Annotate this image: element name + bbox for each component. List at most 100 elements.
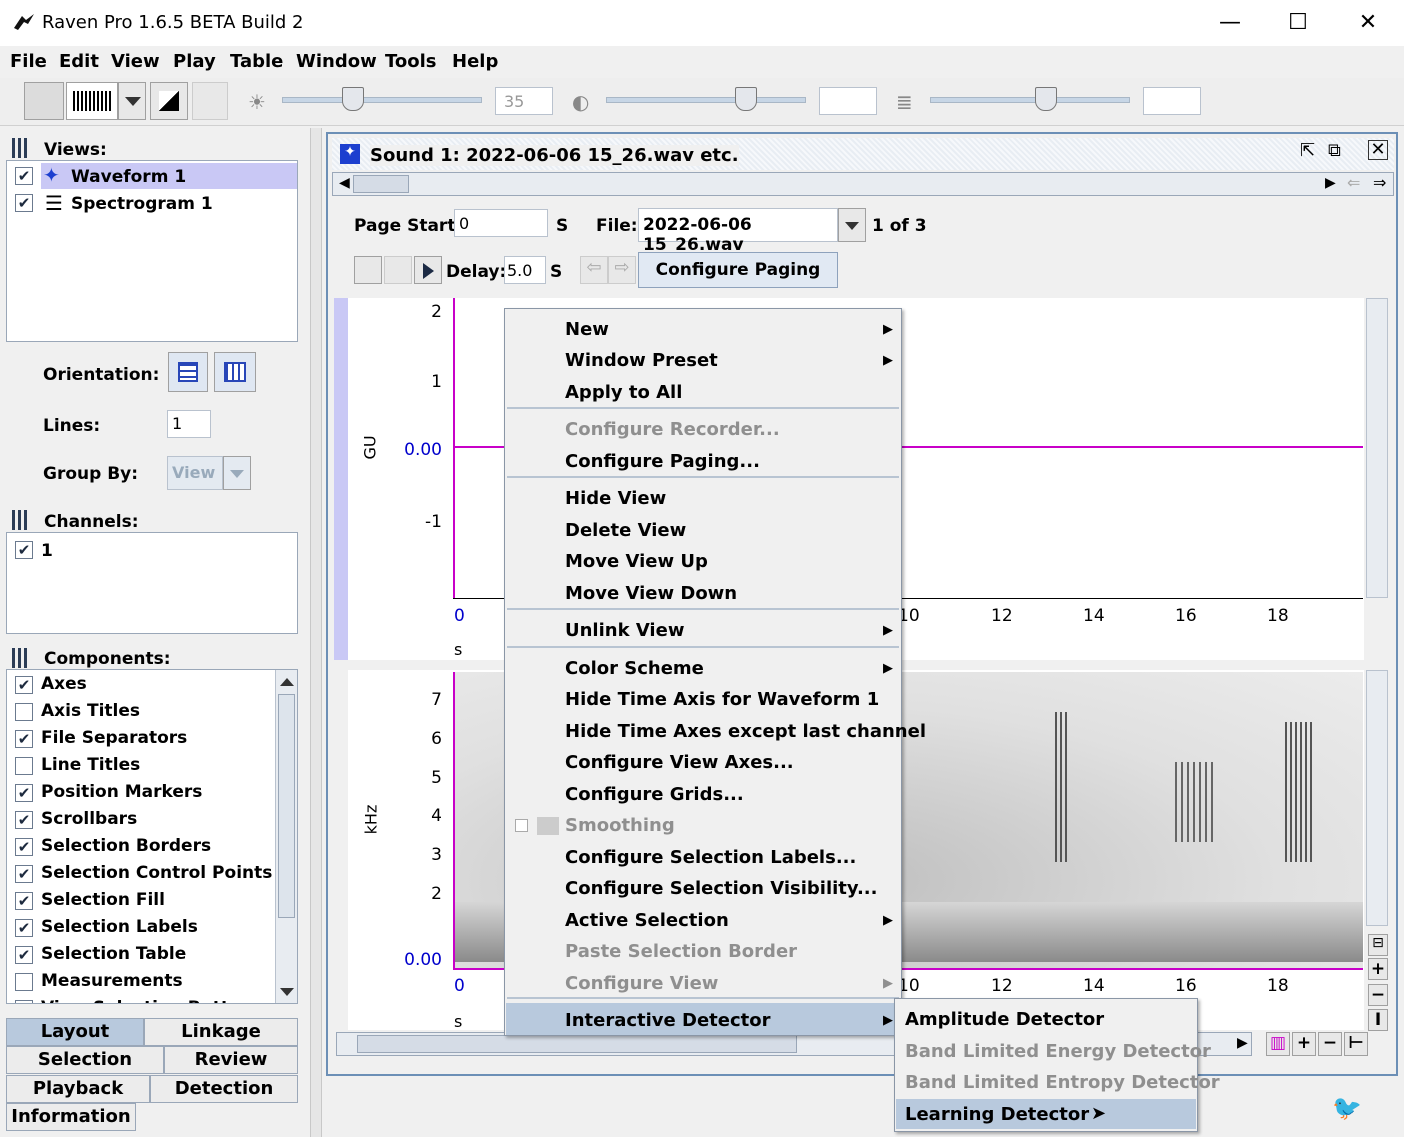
checkbox-component[interactable]: ✔ — [15, 892, 33, 910]
contrast-slider-thumb[interactable] — [735, 87, 757, 111]
groupby-dropdown-icon[interactable] — [223, 456, 251, 490]
scroll-right-icon[interactable]: ▶ — [1237, 1035, 1248, 1051]
component-item[interactable]: Position Markers — [41, 782, 202, 802]
h-zoom-in-icon[interactable]: + — [1292, 1032, 1316, 1056]
view-item-spectrogram[interactable]: Spectrogram 1 — [71, 194, 213, 214]
colormap-dropdown-icon[interactable] — [118, 82, 146, 120]
checkbox-component[interactable] — [15, 973, 33, 991]
menu-item-move-view-up[interactable]: Move View Up — [565, 551, 708, 572]
component-item[interactable]: Measurements — [41, 971, 183, 991]
scroll-left-icon[interactable]: ◀ — [339, 175, 350, 191]
menu-item-hide-view[interactable]: Hide View — [565, 488, 666, 509]
menu-item-configure-paging[interactable]: Configure Paging... — [565, 451, 760, 472]
menu-item-window-preset[interactable]: Window Preset — [565, 350, 718, 371]
spectrogram-smooth-icon[interactable] — [192, 82, 228, 120]
back-arrow-icon[interactable]: ⇦ — [580, 256, 608, 284]
menu-item-smoothing[interactable]: Smoothing — [565, 815, 675, 836]
menu-item-delete-view[interactable]: Delete View — [565, 520, 686, 541]
component-item[interactable]: Selection Table — [41, 944, 186, 964]
component-item[interactable]: Selection Fill — [41, 890, 165, 910]
resolution-input[interactable] — [1143, 87, 1201, 115]
scrollbar-thumb[interactable] — [357, 1035, 797, 1053]
view-item-waveform[interactable]: Waveform 1 — [71, 167, 186, 187]
zoom-out-icon[interactable]: − — [1368, 984, 1388, 1006]
component-item[interactable]: Selection Borders — [41, 836, 211, 856]
play-page-icon[interactable] — [414, 256, 442, 284]
brightness-input[interactable]: 35 — [495, 87, 553, 115]
gear-icon[interactable] — [24, 82, 64, 120]
menu-item-learning-detector[interactable]: Learning Detector — [905, 1104, 1089, 1125]
close-button[interactable]: ✕ — [1348, 10, 1388, 35]
menu-item-hide-time-axes-except-last-channel[interactable]: Hide Time Axes except last channel — [565, 721, 926, 742]
delay-input[interactable]: 5.0 — [504, 256, 546, 284]
horizontal-orientation-icon[interactable] — [168, 352, 208, 392]
menu-item-new[interactable]: New — [565, 319, 609, 340]
menu-window[interactable]: Window — [296, 51, 377, 72]
menu-edit[interactable]: Edit — [59, 51, 99, 72]
tab-information[interactable]: Information — [6, 1103, 136, 1131]
waveform-vscrollbar[interactable] — [1366, 298, 1388, 598]
scroll-right-icon[interactable]: ▶ — [1325, 175, 1336, 191]
menu-item-paste-selection-border[interactable]: Paste Selection Border — [565, 941, 797, 962]
checkbox-component[interactable]: ✔ — [15, 946, 33, 964]
minimize-button[interactable]: — — [1210, 10, 1250, 35]
invert-colors-icon[interactable] — [150, 82, 188, 120]
scrollbar-thumb[interactable] — [353, 175, 409, 193]
grip-icon[interactable] — [12, 510, 28, 530]
checkbox-spectrogram[interactable]: ✔ — [15, 194, 33, 212]
close-icon[interactable]: ✕ — [1368, 140, 1388, 160]
tab-linkage[interactable]: Linkage — [144, 1018, 298, 1046]
scrollbar-thumb[interactable] — [278, 694, 295, 918]
checkbox-component[interactable]: ✔ — [15, 784, 33, 802]
file-select[interactable]: 2022-06-06 15_26.wav — [638, 208, 838, 255]
menu-item-configure-view-axes[interactable]: Configure View Axes... — [565, 752, 794, 773]
grip-icon[interactable] — [12, 648, 28, 668]
tab-detection[interactable]: Detection — [150, 1075, 298, 1103]
vertical-orientation-icon[interactable] — [214, 352, 256, 392]
brightness-slider-thumb[interactable] — [342, 87, 364, 111]
configure-paging-button[interactable]: Configure Paging — [638, 252, 838, 288]
menu-item-unlink-view[interactable]: Unlink View — [565, 620, 684, 641]
maximize-icon[interactable]: ⧉ — [1328, 140, 1341, 161]
menu-item-band-limited-energy-detector[interactable]: Band Limited Energy Detector — [905, 1041, 1211, 1062]
smoothing-checkbox[interactable] — [515, 819, 528, 832]
menu-item-move-view-down[interactable]: Move View Down — [565, 583, 737, 604]
checkbox-component[interactable] — [15, 757, 33, 775]
maximize-button[interactable]: ☐ — [1278, 10, 1318, 35]
groupby-select[interactable]: View — [167, 456, 223, 490]
h-zoom-reset-icon[interactable]: ⊢ — [1344, 1032, 1368, 1056]
checkbox-component[interactable]: ✔ — [15, 811, 33, 829]
component-item[interactable]: Selection Control Points — [41, 863, 272, 883]
scroll-mode-icon[interactable] — [384, 256, 412, 284]
component-item[interactable]: View Selection Butto — [41, 998, 241, 1003]
menu-item-color-scheme[interactable]: Color Scheme — [565, 658, 704, 679]
file-dropdown-icon[interactable] — [838, 208, 866, 242]
menu-item-configure-selection-visibility[interactable]: Configure Selection Visibility... — [565, 878, 878, 899]
checkbox-component[interactable]: ✔ — [15, 676, 33, 694]
checkbox-component[interactable] — [15, 703, 33, 721]
menu-item-hide-time-axis-for-waveform-1[interactable]: Hide Time Axis for Waveform 1 — [565, 689, 879, 710]
checkbox-component[interactable]: ✔ — [15, 865, 33, 883]
brightness-slider[interactable] — [282, 97, 482, 103]
component-item[interactable]: Axes — [41, 674, 87, 694]
menu-play[interactable]: Play — [173, 51, 216, 72]
spectrogram-vscrollbar[interactable] — [1366, 670, 1388, 926]
next-page-icon[interactable]: ⇒ — [1373, 173, 1386, 192]
contrast-input[interactable] — [819, 87, 877, 115]
menu-item-amplitude-detector[interactable]: Amplitude Detector — [905, 1009, 1104, 1030]
zoom-reset-icon[interactable]: I — [1368, 1009, 1388, 1031]
splitter[interactable] — [310, 128, 322, 1137]
component-item[interactable]: File Separators — [41, 728, 187, 748]
menu-item-active-selection[interactable]: Active Selection — [565, 910, 729, 931]
view-selection-bar[interactable] — [334, 298, 348, 660]
restore-icon[interactable]: ⇱ — [1300, 140, 1315, 161]
page-start-input[interactable]: 0 — [454, 209, 548, 237]
zoom-fit-icon[interactable]: ⊟ — [1368, 934, 1388, 956]
menu-help[interactable]: Help — [452, 51, 498, 72]
menu-item-configure-grids[interactable]: Configure Grids... — [565, 784, 744, 805]
menu-item-apply-to-all[interactable]: Apply to All — [565, 382, 682, 403]
menu-view[interactable]: View — [111, 51, 160, 72]
menu-item-configure-view[interactable]: Configure View — [565, 973, 718, 994]
component-item[interactable]: Selection Labels — [41, 917, 198, 937]
component-item[interactable]: Scrollbars — [41, 809, 137, 829]
